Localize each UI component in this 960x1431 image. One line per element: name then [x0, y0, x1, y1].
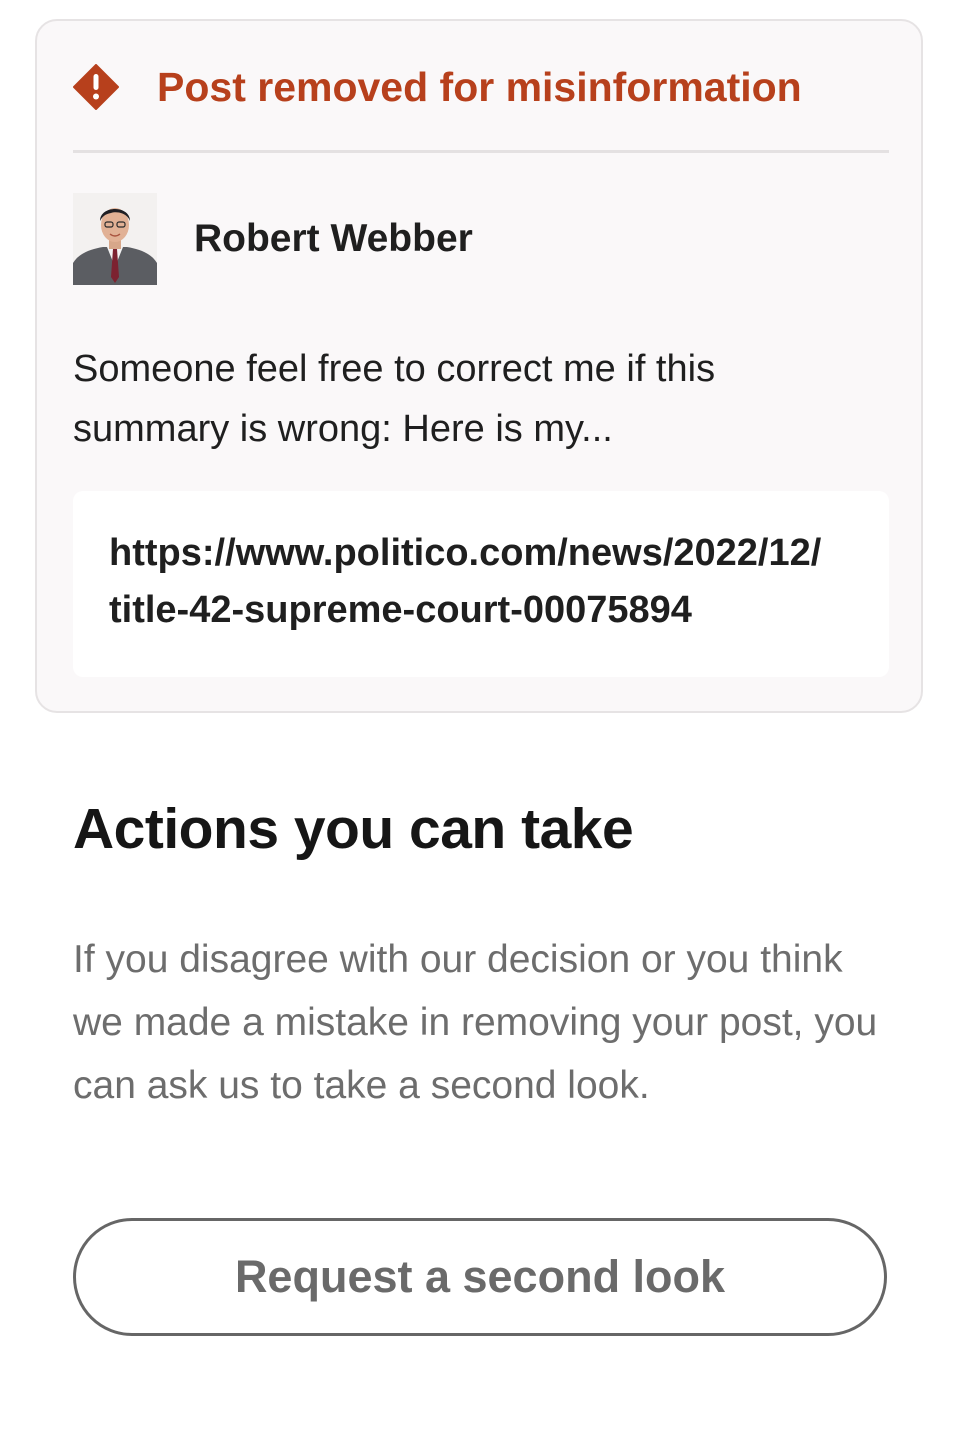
removal-notice: Post removed for misinformation — [73, 59, 802, 115]
author-name[interactable]: Robert Webber — [194, 217, 473, 261]
warning-icon — [73, 64, 119, 110]
post-text: Someone feel free to correct me if this … — [73, 348, 716, 450]
link-preview[interactable]: https://www.politico.com/news/2022/12/ t… — [73, 491, 889, 677]
divider — [73, 150, 889, 153]
post-author: Robert Webber — [73, 193, 473, 285]
removed-post-card: Post removed for misinformation Robert W… — [35, 19, 923, 713]
actions-heading: Actions you can take — [73, 797, 634, 861]
removal-title: Post removed for misinformation — [157, 63, 802, 110]
actions-description: If you disagree with our decision or you… — [73, 938, 878, 1107]
removed-post-screen: Post removed for misinformation Robert W… — [0, 0, 960, 1431]
avatar — [73, 193, 157, 285]
post-link[interactable]: https://www.politico.com/news/2022/12/ t… — [109, 525, 889, 639]
request-second-look-button[interactable]: Request a second look — [73, 1218, 887, 1336]
